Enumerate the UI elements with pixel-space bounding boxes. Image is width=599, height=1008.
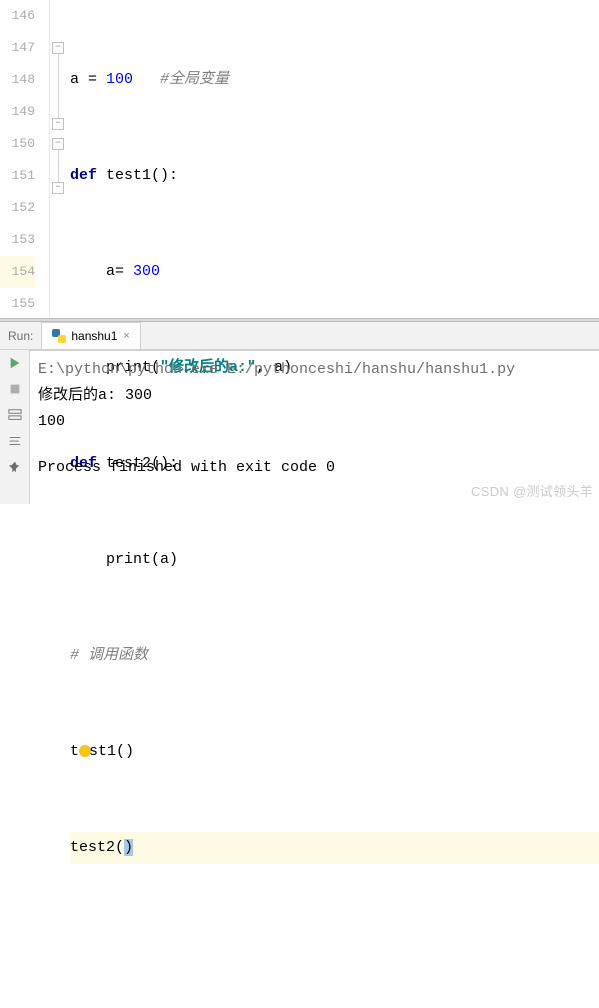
fold-expand-icon[interactable]: − — [52, 118, 64, 130]
soft-wrap-button[interactable] — [6, 432, 24, 450]
fold-expand-icon[interactable]: − — [52, 182, 64, 194]
code-line: print(a) — [70, 544, 599, 576]
selection: ) — [124, 839, 133, 856]
fold-collapse-icon[interactable]: − — [52, 138, 64, 150]
code-line: # 调用函数 — [70, 640, 599, 672]
code-line: def test1(): — [70, 160, 599, 192]
code-editor[interactable]: 146 147 148 149 150 151 152 153 154 155 … — [0, 0, 599, 318]
pin-button[interactable] — [6, 458, 24, 476]
console-exit: Process finished with exit code 0 — [38, 455, 591, 481]
code-line: a= 300 — [70, 256, 599, 288]
code-line: tst1() — [70, 736, 599, 768]
run-tab-label: hanshu1 — [71, 329, 117, 343]
close-icon[interactable]: × — [123, 330, 129, 342]
stop-button[interactable] — [6, 380, 24, 398]
code-area[interactable]: a = 100 #全局变量 def test1(): a= 300 print(… — [70, 0, 599, 318]
code-line: a = 100 #全局变量 — [70, 64, 599, 96]
rerun-button[interactable] — [6, 354, 24, 372]
line-gutter: 146 147 148 149 150 151 152 153 154 155 — [0, 0, 50, 318]
layout-button[interactable] — [6, 406, 24, 424]
run-toolstrip — [0, 350, 30, 504]
fold-collapse-icon[interactable]: − — [52, 42, 64, 54]
code-line-current: test2() — [70, 832, 599, 864]
python-icon — [52, 329, 66, 343]
run-tab[interactable]: hanshu1 × — [41, 322, 140, 349]
run-label: Run: — [0, 329, 41, 343]
code-line — [70, 928, 599, 960]
console-line: 修改后的a: 300 — [38, 383, 591, 409]
console-command: E:\python\python.exe E:/pythonceshi/hans… — [38, 357, 591, 383]
fold-strip: − − − − — [50, 0, 70, 318]
watermark: CSDN @测试领头羊 — [471, 481, 593, 500]
console-line: 100 — [38, 409, 591, 435]
